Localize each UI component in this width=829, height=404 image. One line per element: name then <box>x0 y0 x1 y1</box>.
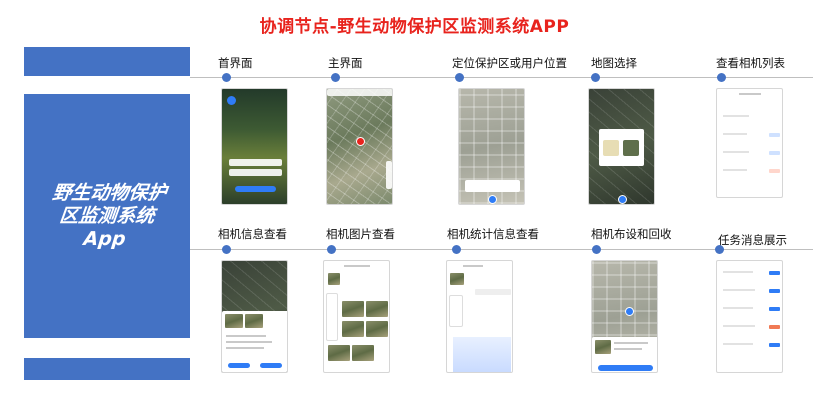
status-badge <box>769 133 780 137</box>
timeline-dot <box>592 245 601 254</box>
app-name-line-1: 野生动物保护 <box>51 181 168 204</box>
username-field <box>229 159 282 166</box>
camera-thumb <box>328 273 340 285</box>
wildlife-photo <box>342 301 364 317</box>
list-row <box>723 169 747 171</box>
step-label-camera-list: 查看相机列表 <box>716 56 785 70</box>
location-pin-icon <box>356 137 365 146</box>
header-title-line <box>344 265 370 267</box>
panel-top-bar <box>24 47 190 76</box>
list-row <box>723 115 749 117</box>
screenshot-home <box>221 88 288 205</box>
camera-pin-icon <box>625 307 634 316</box>
login-button <box>235 186 276 192</box>
locate-fab-icon <box>488 195 497 204</box>
status-badge <box>769 271 780 275</box>
screenshot-deploy-recover <box>591 260 658 373</box>
password-field <box>229 169 282 176</box>
filter-menu <box>449 295 463 327</box>
screenshot-camera-stats <box>446 260 513 373</box>
filter-menu <box>326 293 338 341</box>
camera-detail-card <box>592 337 657 372</box>
status-badge <box>769 151 780 155</box>
header-title-line <box>463 265 483 267</box>
screenshot-main <box>326 88 393 205</box>
timeline-dot <box>331 73 340 82</box>
app-name-text: 野生动物保护 区监测系统 App <box>46 182 167 251</box>
deploy-button <box>598 365 653 371</box>
screenshot-task-messages <box>716 260 783 373</box>
timeline-dot <box>591 73 600 82</box>
step-label-map-select: 地图选择 <box>591 56 637 70</box>
camera-thumb <box>245 314 263 328</box>
map-type-dialog <box>599 129 644 166</box>
screenshot-locate <box>458 88 525 205</box>
stats-area-chart <box>453 337 511 372</box>
wildlife-photo <box>352 345 374 361</box>
step-label-deploy-recover: 相机布设和回收 <box>591 227 672 241</box>
message-row <box>723 307 753 309</box>
timeline-dot <box>717 73 726 82</box>
message-row <box>723 289 755 291</box>
app-logo-icon <box>227 96 236 105</box>
timeline-dot <box>327 245 336 254</box>
camera-thumb <box>450 273 464 285</box>
list-row <box>723 133 747 135</box>
timeline-dot <box>455 73 464 82</box>
info-line <box>226 347 264 349</box>
app-name-line-3: App <box>82 227 127 250</box>
header-title-line <box>739 93 761 95</box>
step-label-locate: 定位保护区或用户位置 <box>452 56 567 70</box>
message-row <box>723 325 755 327</box>
step-label-main: 主界面 <box>328 56 363 70</box>
timeline-dot <box>452 245 461 254</box>
period-select <box>475 289 511 295</box>
screenshot-map-select <box>588 88 655 205</box>
locate-fab-icon <box>618 195 627 204</box>
action-button <box>260 363 282 368</box>
info-line <box>614 348 642 350</box>
status-badge <box>769 325 780 329</box>
timeline-dot <box>222 245 231 254</box>
step-label-camera-info: 相机信息查看 <box>218 227 287 241</box>
camera-thumb <box>225 314 243 328</box>
list-row <box>723 151 749 153</box>
screenshot-camera-photos <box>323 260 390 373</box>
message-row <box>723 343 753 345</box>
step-label-camera-photos: 相机图片查看 <box>326 227 395 241</box>
status-badge <box>769 343 780 347</box>
location-popup <box>465 180 520 192</box>
timeline-dot <box>222 73 231 82</box>
info-line <box>614 342 648 344</box>
search-bar <box>327 89 392 96</box>
status-badge <box>769 289 780 293</box>
app-name-line-2: 区监测系统 <box>58 204 156 227</box>
map-toolbar <box>386 161 392 189</box>
screenshot-camera-list <box>716 88 783 198</box>
message-row <box>723 271 753 273</box>
wildlife-photo <box>342 321 364 337</box>
wildlife-photo <box>366 301 388 317</box>
info-line <box>226 341 272 343</box>
wildlife-photo <box>328 345 350 361</box>
panel-bottom-bar <box>24 358 190 380</box>
status-badge <box>769 169 780 173</box>
satellite-map-thumb <box>623 140 639 156</box>
standard-map-thumb <box>603 140 619 156</box>
camera-thumb <box>595 340 611 354</box>
screenshot-camera-info <box>221 260 288 373</box>
app-name-panel: 野生动物保护 区监测系统 App <box>24 94 190 338</box>
step-label-home: 首界面 <box>218 56 253 70</box>
step-label-task-messages: 任务消息展示 <box>718 233 787 247</box>
step-label-camera-stats: 相机统计信息查看 <box>447 227 539 241</box>
action-button <box>228 363 250 368</box>
wildlife-photo <box>366 321 388 337</box>
status-badge <box>769 307 780 311</box>
camera-info-card <box>222 311 287 372</box>
info-line <box>226 335 266 337</box>
page-title: 协调节点-野生动物保护区监测系统APP <box>259 17 570 37</box>
